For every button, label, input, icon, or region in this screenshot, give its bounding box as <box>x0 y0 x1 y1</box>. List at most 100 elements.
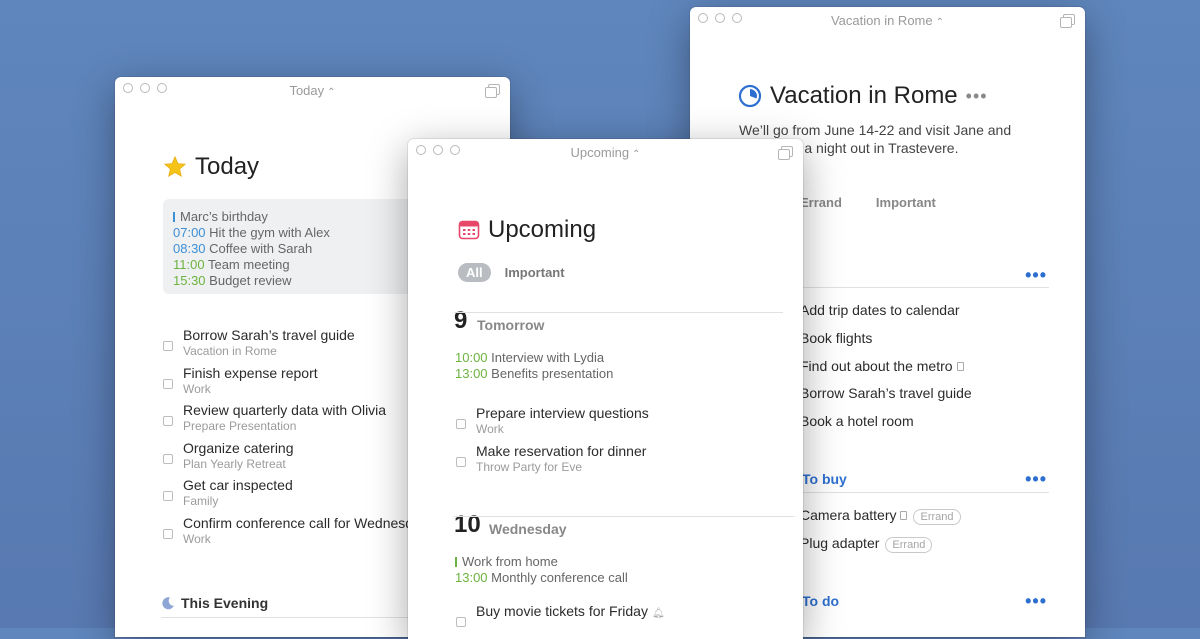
window-title-label: Upcoming <box>570 145 630 160</box>
tag-filter-important[interactable]: Important <box>876 195 936 210</box>
day-name: Tomorrow <box>477 317 545 333</box>
all-day-marker <box>455 557 457 567</box>
event-time: 08:30 <box>173 241 206 256</box>
event-text: Hit the gym with Alex <box>209 225 330 240</box>
checkbox[interactable] <box>163 379 173 389</box>
divider <box>454 312 783 313</box>
filter-all[interactable]: All <box>458 263 491 282</box>
event-time: 10:00 <box>455 350 488 365</box>
tag-filter-errand[interactable]: Errand <box>800 195 842 210</box>
star-icon <box>163 155 187 178</box>
tag-badge: Errand <box>913 509 961 525</box>
tag-filter-bar: Errand Important <box>800 195 936 210</box>
event-time: 11:00 <box>173 257 205 272</box>
todo-project: Work <box>183 382 211 396</box>
event-text: Marc’s birthday <box>180 209 268 224</box>
window-title[interactable]: Upcoming ⌃ <box>408 145 803 160</box>
project-progress-icon <box>738 84 762 108</box>
filter-bar: All Important <box>458 263 567 282</box>
calendar-event[interactable]: 10:00 Interview with Lydia <box>455 350 604 366</box>
todo-project: Work <box>183 532 211 546</box>
calendar-event[interactable]: 13:00 Benefits presentation <box>455 366 613 382</box>
bell-icon: 🔔︎ <box>651 608 665 619</box>
note-icon <box>956 362 964 371</box>
note-icon <box>900 511 908 520</box>
checkbox[interactable] <box>163 491 173 501</box>
todo-title: Finish expense report <box>183 365 318 381</box>
heading-more-icon[interactable]: ••• <box>1025 469 1047 490</box>
title-text: Vacation in Rome <box>770 82 958 109</box>
upcoming-window: Upcoming ⌃ Upcoming All Important 9 Tomor… <box>408 139 803 639</box>
todo-title: Make reservation for dinner <box>476 443 647 459</box>
todo-title: Review quarterly data with Olivia <box>183 402 387 418</box>
heading-to-buy[interactable]: To buy <box>802 471 847 487</box>
event-text: Work from home <box>462 554 558 569</box>
event-text: Benefits presentation <box>491 366 614 381</box>
title-text: Today <box>195 153 260 180</box>
window-title[interactable]: Today ⌃ <box>115 83 510 98</box>
checkbox[interactable] <box>163 529 173 539</box>
list-item[interactable]: Borrow Sarah’s travel guide <box>800 385 972 401</box>
event-text: Interview with Lydia <box>491 350 605 365</box>
checkbox[interactable] <box>456 457 466 467</box>
item-title: Find out about the metro <box>800 358 953 374</box>
section-more-icon[interactable]: ••• <box>1025 265 1047 286</box>
filter-important[interactable]: Important <box>503 263 567 282</box>
checkbox[interactable] <box>456 617 466 627</box>
todo-title: Buy movie tickets for Friday <box>476 603 648 619</box>
title-text: Upcoming <box>488 216 597 243</box>
page-title: Vacation in Rome ••• <box>738 82 988 110</box>
heading-more-icon[interactable]: ••• <box>1025 591 1047 612</box>
todo-project: Throw Party for Eve <box>476 460 583 474</box>
checkbox[interactable] <box>163 341 173 351</box>
window-title-label: Vacation in Rome <box>830 13 933 28</box>
todo-project: Work <box>476 422 504 436</box>
checkbox[interactable] <box>163 416 173 426</box>
todo-project: Family <box>183 494 219 508</box>
all-day-marker <box>173 212 175 222</box>
page-title: Upcoming <box>458 216 596 244</box>
chevron-updown-icon: ⌃ <box>327 87 336 98</box>
calendar-event[interactable]: 13:00 Monthly conference call <box>455 570 628 586</box>
more-icon[interactable]: ••• <box>966 86 988 107</box>
calendar-event[interactable]: Work from home <box>455 554 558 570</box>
event-time: 15:30 <box>173 273 206 288</box>
todo-project: Plan Yearly Retreat <box>183 457 286 471</box>
event-time: 13:00 <box>455 366 488 381</box>
window-title[interactable]: Vacation in Rome ⌃ <box>690 13 1085 28</box>
day-name: Wednesday <box>489 521 567 537</box>
chevron-updown-icon: ⌃ <box>632 149 641 160</box>
rome-titlebar: Vacation in Rome ⌃ <box>690 7 1085 33</box>
event-text: Monthly conference call <box>491 570 628 585</box>
list-item[interactable]: Camera battery Errand <box>800 507 961 525</box>
moon-icon <box>162 597 174 610</box>
duplicate-window-icon[interactable] <box>485 84 500 98</box>
divider <box>454 516 795 517</box>
duplicate-window-icon[interactable] <box>1060 14 1075 28</box>
calendar-icon <box>458 220 480 240</box>
upcoming-titlebar: Upcoming ⌃ <box>408 139 803 165</box>
event-text: Team meeting <box>207 257 290 272</box>
todo-title: Organize catering <box>183 440 294 456</box>
event-text: Budget review <box>209 273 292 288</box>
duplicate-window-icon[interactable] <box>778 146 793 160</box>
event-time: 13:00 <box>455 570 488 585</box>
todo-project: Prepare Presentation <box>183 419 297 433</box>
heading-to-do[interactable]: To do <box>802 593 839 609</box>
this-evening-heading: This Evening <box>161 595 268 611</box>
todo-project: Vacation in Rome <box>183 344 277 358</box>
item-title: Camera battery <box>800 507 897 523</box>
divider <box>800 287 1049 288</box>
list-item[interactable]: Book flights <box>800 330 872 346</box>
list-item[interactable]: Plug adapter Errand <box>800 535 933 553</box>
todo-title: Borrow Sarah’s travel guide <box>183 327 355 343</box>
checkbox[interactable] <box>456 419 466 429</box>
tag-badge: Errand <box>885 537 933 553</box>
divider <box>800 492 1049 493</box>
item-title: Plug adapter <box>800 535 880 551</box>
checkbox[interactable] <box>163 454 173 464</box>
list-item[interactable]: Find out about the metro <box>800 358 964 374</box>
list-item[interactable]: Book a hotel room <box>800 413 914 429</box>
list-item[interactable]: Add trip dates to calendar <box>800 302 960 318</box>
today-titlebar: Today ⌃ <box>115 77 510 103</box>
